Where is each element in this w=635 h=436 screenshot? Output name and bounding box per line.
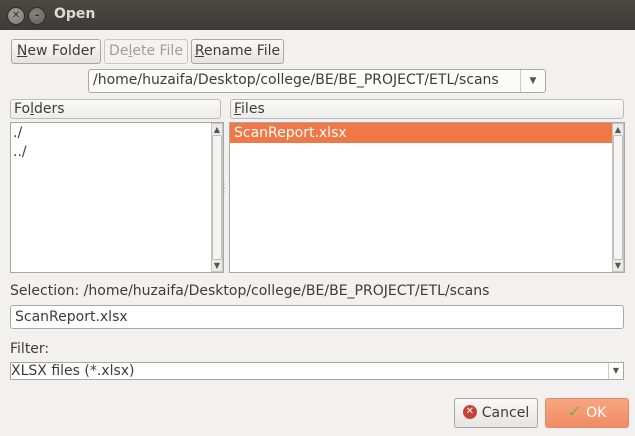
filter-label: Filter: bbox=[10, 341, 50, 357]
button-label: ete File bbox=[132, 43, 183, 59]
list-item[interactable]: ./ bbox=[11, 123, 223, 143]
scrollbar-thumb[interactable] bbox=[613, 135, 623, 260]
title-bar: ✕ – Open bbox=[0, 0, 635, 30]
scroll-down-icon[interactable]: ▼ bbox=[212, 260, 222, 271]
selection-input[interactable]: ScanReport.xlsx bbox=[10, 305, 624, 329]
window-minimize-button[interactable]: – bbox=[28, 7, 46, 25]
ok-button[interactable]: ✓ OK bbox=[545, 398, 629, 428]
close-icon: ✕ bbox=[11, 10, 21, 21]
cancel-icon: ✕ bbox=[462, 405, 477, 419]
header-label: ders bbox=[34, 101, 65, 117]
folders-header[interactable]: Folders bbox=[10, 99, 221, 119]
chevron-down-icon[interactable]: ▼ bbox=[608, 363, 623, 379]
files-header[interactable]: Files bbox=[230, 99, 624, 119]
mnemonic: N bbox=[16, 43, 28, 59]
rename-file-button[interactable]: Rename File bbox=[191, 39, 284, 64]
button-label: De bbox=[109, 43, 129, 59]
button-label: ename File bbox=[203, 43, 281, 59]
button-label: OK bbox=[586, 405, 607, 421]
path-value: /home/huzaifa/Desktop/college/BE/BE_PROJ… bbox=[93, 72, 499, 88]
list-item-selected[interactable]: ScanReport.xlsx bbox=[230, 123, 624, 143]
minimize-icon: – bbox=[34, 10, 40, 21]
header-label: Fo bbox=[14, 101, 31, 117]
filter-combo[interactable]: XLSX files (*.xlsx) ▼ bbox=[10, 362, 624, 380]
folders-list[interactable]: ./ ../ ▲ ▼ bbox=[10, 122, 224, 273]
button-label: ew Folder bbox=[27, 43, 96, 59]
window-close-button[interactable]: ✕ bbox=[7, 7, 25, 25]
scroll-up-icon[interactable]: ▲ bbox=[212, 124, 222, 135]
mnemonic: R bbox=[194, 43, 204, 59]
list-item[interactable]: ../ bbox=[11, 142, 223, 162]
scrollbar-thumb[interactable] bbox=[212, 135, 222, 260]
cancel-button[interactable]: ✕ Cancel bbox=[454, 398, 538, 428]
new-folder-button[interactable]: New Folder bbox=[11, 39, 101, 64]
mnemonic: F bbox=[234, 101, 242, 117]
header-label: iles bbox=[241, 101, 265, 117]
filter-value: XLSX files (*.xlsx) bbox=[11, 363, 135, 379]
files-scrollbar[interactable]: ▲ ▼ bbox=[612, 123, 624, 272]
delete-file-button[interactable]: Delete File bbox=[104, 39, 188, 64]
scroll-down-icon[interactable]: ▼ bbox=[613, 260, 623, 271]
button-label: Cancel bbox=[481, 405, 530, 421]
files-list[interactable]: ScanReport.xlsx ▲ ▼ bbox=[229, 122, 625, 273]
selection-label: Selection: /home/huzaifa/Desktop/college… bbox=[10, 283, 490, 299]
checkmark-icon: ✓ bbox=[567, 402, 582, 421]
scroll-up-icon[interactable]: ▲ bbox=[613, 124, 623, 135]
window-title: Open bbox=[54, 6, 96, 22]
path-combo[interactable]: /home/huzaifa/Desktop/college/BE/BE_PROJ… bbox=[88, 69, 546, 93]
chevron-down-icon[interactable]: ▼ bbox=[520, 70, 545, 92]
folders-scrollbar[interactable]: ▲ ▼ bbox=[211, 123, 223, 272]
